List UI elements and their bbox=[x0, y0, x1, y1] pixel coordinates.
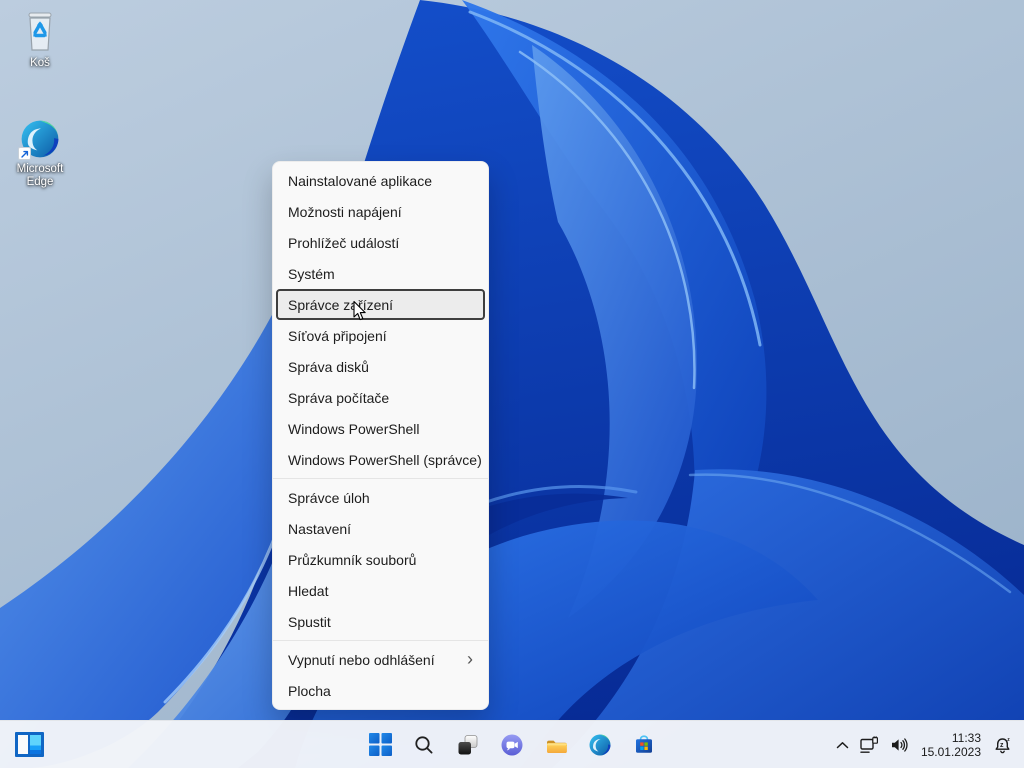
recycle-bin-icon bbox=[2, 6, 78, 54]
desktop-icon-recycle-bin[interactable]: Koš bbox=[2, 6, 78, 70]
chat-icon bbox=[501, 734, 523, 755]
menu-item-plocha[interactable]: Plocha bbox=[276, 675, 485, 706]
menu-item-windows-powershell[interactable]: Windows PowerShell bbox=[276, 413, 485, 444]
menu-separator bbox=[273, 640, 488, 641]
file-explorer-icon bbox=[546, 740, 567, 753]
store-icon bbox=[636, 735, 652, 753]
menu-item-system[interactable]: Systém bbox=[276, 258, 485, 289]
menu-item-windows-powershell-spravce[interactable]: Windows PowerShell (správce) bbox=[276, 444, 485, 475]
submenu-chevron-icon: › bbox=[467, 648, 473, 669]
menu-item-hledat[interactable]: Hledat bbox=[276, 575, 485, 606]
menu-item-label: Systém bbox=[288, 265, 335, 282]
svg-text:z: z bbox=[1007, 737, 1010, 743]
desktop-icon-label: Microsoft Edge bbox=[16, 163, 64, 188]
svg-text:z: z bbox=[1000, 741, 1004, 748]
speaker-icon bbox=[891, 738, 908, 752]
clock[interactable]: 11:33 15.01.2023 bbox=[914, 731, 988, 759]
menu-item-label: Vypnutí nebo odhlášení bbox=[288, 651, 435, 668]
bell-do-not-disturb-icon: z z bbox=[995, 737, 1010, 753]
menu-item-label: Plocha bbox=[288, 682, 331, 699]
menu-item-moznosti-napajeni[interactable]: Možnosti napájení bbox=[276, 196, 485, 227]
menu-item-label: Správce úloh bbox=[288, 489, 370, 506]
hidden-icons-button[interactable] bbox=[831, 725, 854, 765]
menu-item-sitova-pripojeni[interactable]: Síťová připojení bbox=[276, 320, 485, 351]
start-button[interactable] bbox=[360, 725, 400, 765]
menu-item-spravce-zarizeni[interactable]: Správce zařízení bbox=[276, 289, 485, 320]
split-window-corner-icon[interactable] bbox=[15, 732, 44, 757]
menu-item-label: Nastavení bbox=[288, 520, 352, 537]
desktop-icon-label: Koš bbox=[30, 57, 50, 69]
volume-button[interactable] bbox=[885, 725, 914, 765]
menu-item-spustit[interactable]: Spustit bbox=[276, 606, 485, 637]
chat-button[interactable] bbox=[492, 725, 532, 765]
menu-item-label: Síťová připojení bbox=[288, 327, 387, 344]
wallpaper-bloom bbox=[0, 0, 1024, 768]
menu-item-label: Prohlížeč událostí bbox=[288, 234, 400, 251]
notifications-button[interactable]: z z bbox=[988, 725, 1018, 765]
menu-item-label: Průzkumník souborů bbox=[288, 551, 417, 568]
tray-time: 11:33 bbox=[951, 731, 981, 745]
menu-item-label: Windows PowerShell bbox=[288, 420, 420, 437]
search-icon bbox=[415, 735, 433, 754]
menu-item-label: Správa disků bbox=[288, 358, 369, 375]
menu-item-label: Spustit bbox=[288, 613, 331, 630]
chevron-up-icon bbox=[836, 741, 849, 748]
menu-separator bbox=[273, 478, 488, 479]
search-button[interactable] bbox=[404, 725, 444, 765]
menu-item-vypnuti-nebo-odhlaseni[interactable]: Vypnutí nebo odhlášení › bbox=[276, 644, 485, 675]
menu-item-sprava-disku[interactable]: Správa disků bbox=[276, 351, 485, 382]
menu-item-nainstalovane-aplikace[interactable]: Nainstalované aplikace bbox=[276, 165, 485, 196]
context-menu: Nainstalované aplikace Možnosti napájení P… bbox=[272, 161, 489, 710]
menu-item-label: Možnosti napájení bbox=[288, 203, 402, 220]
menu-item-nastaveni[interactable]: Nastavení bbox=[276, 513, 485, 544]
tray-date: 15.01.2023 bbox=[920, 745, 981, 759]
menu-item-label: Windows PowerShell (správce) bbox=[288, 451, 482, 468]
menu-item-label: Nainstalované aplikace bbox=[288, 172, 432, 189]
task-view-icon bbox=[458, 734, 478, 754]
network-button[interactable] bbox=[854, 725, 885, 765]
menu-item-sprava-pocitace[interactable]: Správa počítače bbox=[276, 382, 485, 413]
menu-item-label: Správa počítače bbox=[288, 389, 390, 406]
desktop: Koš Microsoft Edge Nainstalované aplikac… bbox=[0, 0, 1024, 768]
edge-icon bbox=[589, 734, 611, 755]
edge-button[interactable] bbox=[580, 725, 620, 765]
menu-item-spravce-uloh[interactable]: Správce úloh bbox=[276, 482, 485, 513]
edge-icon bbox=[2, 112, 78, 160]
desktop-icon-microsoft-edge[interactable]: Microsoft Edge bbox=[2, 112, 78, 189]
store-button[interactable] bbox=[624, 725, 664, 765]
task-view-button[interactable] bbox=[448, 725, 488, 765]
menu-item-label: Správce zařízení bbox=[288, 296, 394, 313]
taskbar: 11:33 15.01.2023 z z bbox=[0, 720, 1024, 768]
menu-item-prohlizec-udalosti[interactable]: Prohlížeč událostí bbox=[276, 227, 485, 258]
menu-item-pruzkumnik-souboru[interactable]: Průzkumník souborů bbox=[276, 544, 485, 575]
menu-item-label: Hledat bbox=[288, 582, 329, 599]
network-ethernet-icon bbox=[860, 736, 878, 753]
shortcut-arrow-icon bbox=[18, 147, 31, 160]
file-explorer-button[interactable] bbox=[536, 725, 576, 765]
